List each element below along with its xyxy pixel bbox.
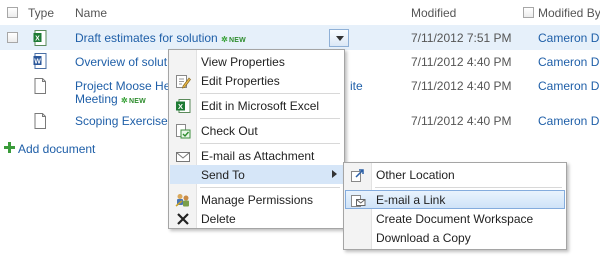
sparkle-icon: ✲ — [121, 96, 128, 105]
permissions-icon — [175, 194, 189, 207]
document-icon — [34, 113, 46, 129]
modified-by-checkbox[interactable] — [523, 7, 534, 18]
add-document-link[interactable]: Add document — [18, 142, 95, 156]
submenu-item-email-link[interactable]: E-mail a Link — [345, 190, 565, 209]
send-to-submenu: Other Location E-mail a Link Create Docu… — [343, 162, 567, 250]
document-icon — [34, 78, 46, 94]
row-modified-by[interactable]: Cameron D — [538, 79, 599, 93]
menu-item-send-to[interactable]: Send To — [170, 165, 343, 184]
delete-icon — [177, 213, 189, 225]
row-modified-by[interactable]: Cameron D — [538, 114, 599, 128]
select-all-checkbox[interactable] — [7, 7, 18, 18]
svg-text:X: X — [35, 36, 40, 43]
submenu-item-other-location[interactable]: Other Location — [345, 165, 565, 184]
row-modified: 7/11/2012 4:40 PM — [411, 55, 512, 69]
svg-text:X: X — [178, 102, 183, 111]
checkout-icon — [176, 124, 191, 139]
row-modified: 7/11/2012 7:51 PM — [411, 31, 512, 45]
word-icon: W — [33, 53, 47, 69]
new-badge: ✲NEW — [121, 96, 146, 105]
menu-item-edit-in-excel[interactable]: X Edit in Microsoft Excel — [170, 96, 343, 115]
menu-item-view-properties[interactable]: View Properties — [170, 52, 343, 71]
excel-icon: X — [176, 99, 191, 113]
table-row-name-link[interactable]: Scoping Exercise — [75, 114, 168, 128]
submenu-item-create-workspace[interactable]: Create Document Workspace — [345, 209, 565, 228]
table-row-name-link[interactable]: Overview of solut — [75, 55, 167, 69]
table-row-name-link-tail[interactable]: ite — [350, 79, 363, 93]
submenu-arrow-icon — [332, 170, 337, 178]
menu-item-edit-properties[interactable]: Edit Properties — [170, 71, 343, 90]
column-header-name[interactable]: Name — [75, 6, 107, 20]
menu-item-manage-permissions[interactable]: Manage Permissions — [170, 190, 343, 209]
excel-icon: X — [33, 30, 47, 46]
row-modified-by[interactable]: Cameron D — [538, 31, 599, 45]
plus-icon[interactable] — [4, 142, 15, 153]
email-icon — [176, 152, 190, 162]
table-row-name-link[interactable]: Draft estimates for solution ✲NEW — [75, 31, 246, 45]
svg-text:W: W — [34, 59, 41, 66]
column-header-type[interactable]: Type — [28, 6, 54, 20]
row-modified: 7/11/2012 4:40 PM — [411, 79, 512, 93]
send-icon — [351, 169, 364, 182]
menu-item-check-out[interactable]: Check Out — [170, 121, 343, 140]
sparkle-icon: ✲ — [221, 35, 228, 44]
item-menu-dropdown-button[interactable] — [329, 29, 349, 47]
item-context-menu: View Properties Edit Properties X Edit i… — [168, 49, 345, 229]
edit-icon — [176, 75, 191, 89]
email-link-icon — [351, 195, 366, 207]
column-header-modified[interactable]: Modified — [411, 6, 456, 20]
menu-item-email-attachment[interactable]: E-mail as Attachment — [170, 146, 343, 165]
row-modified: 7/11/2012 4:40 PM — [411, 114, 512, 128]
table-row-name-line2[interactable]: Meeting ✲NEW — [75, 92, 146, 106]
table-row-name-link[interactable]: Project Moose He — [75, 79, 170, 93]
row-checkbox[interactable] — [7, 32, 18, 43]
menu-item-delete[interactable]: Delete — [170, 209, 343, 228]
submenu-item-download-copy[interactable]: Download a Copy — [345, 228, 565, 247]
new-badge: ✲NEW — [221, 35, 246, 44]
row-modified-by[interactable]: Cameron D — [538, 55, 599, 69]
column-header-modified-by[interactable]: Modified By — [538, 6, 600, 20]
